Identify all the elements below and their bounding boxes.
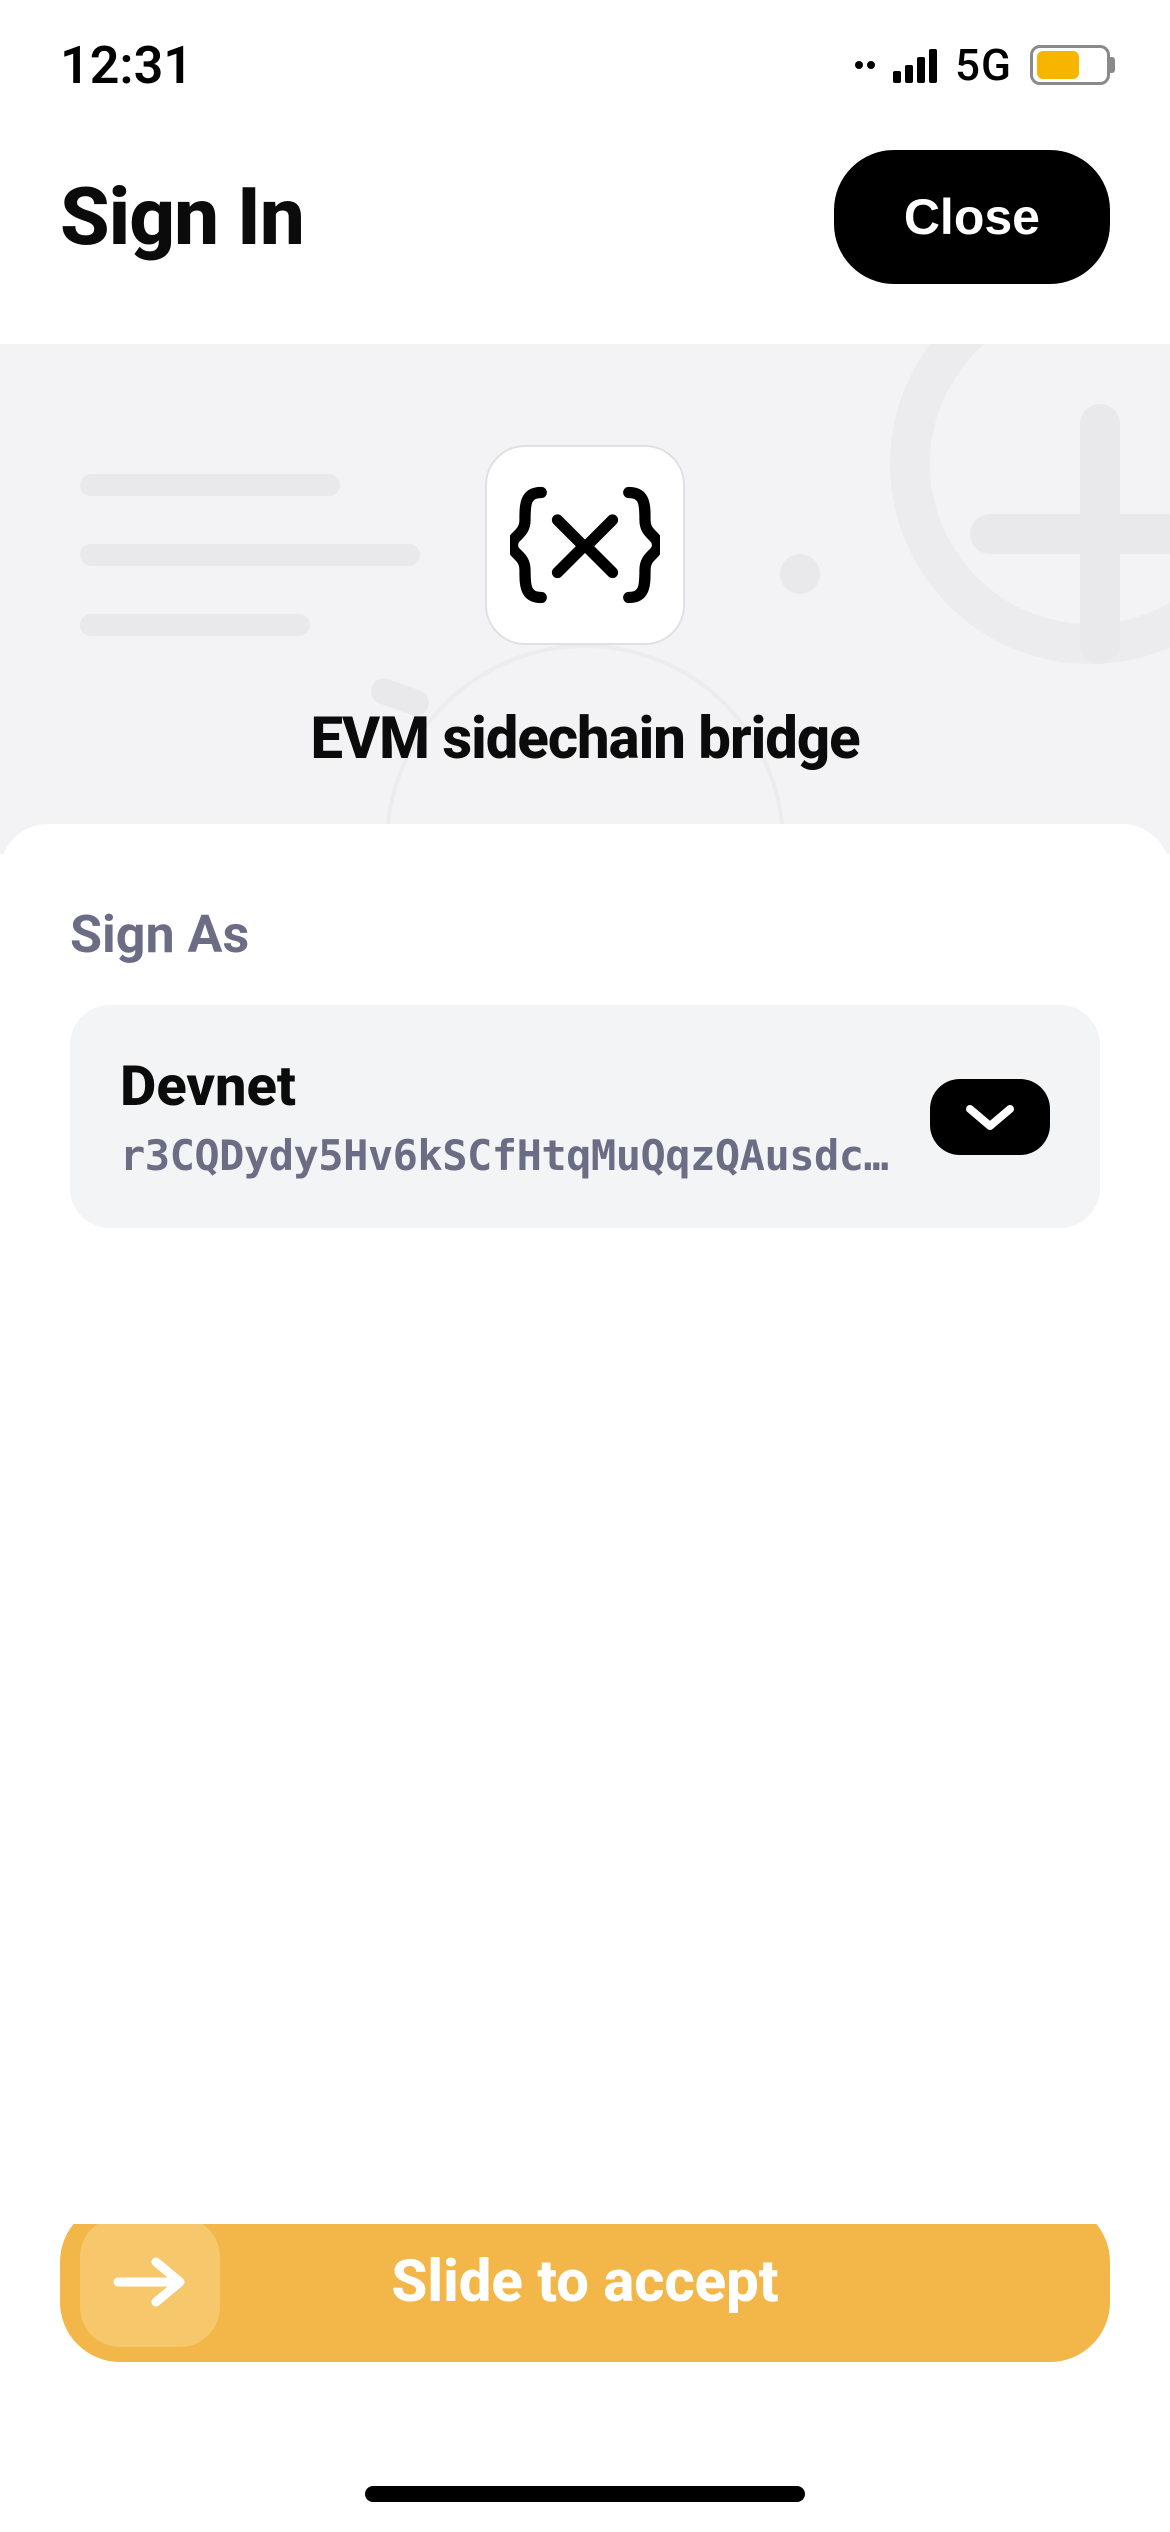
sign-card: Sign As Devnet r3CQDydy5Hv6kSCfHtqMuQqzQ… [0,824,1170,2224]
xrpl-braces-icon [510,480,660,610]
slide-thumb[interactable] [80,2217,220,2347]
decorative-shape [80,474,340,496]
network-label: 5G [955,39,1012,91]
app-icon [485,445,685,645]
arrow-right-icon [110,2252,190,2312]
sign-as-label: Sign As [70,904,1100,965]
decorative-shape [80,614,310,636]
page-title: Sign In [60,170,304,264]
account-id: r3CQDydy5Hv6kSCfHtqMuQqzQAusdcHYXd [120,1131,900,1180]
decorative-shape [780,554,820,594]
signal-bars-icon [893,47,937,83]
slide-to-accept[interactable]: Slide to accept [60,2202,1110,2362]
signal-dots-icon [855,61,875,69]
slide-to-accept-area: Slide to accept [60,2202,1110,2362]
status-time: 12:31 [60,35,193,96]
app-title: EVM sidechain bridge [310,705,859,773]
account-selector[interactable]: Devnet r3CQDydy5Hv6kSCfHtqMuQqzQAusdcHYX… [70,1005,1100,1228]
hero: EVM sidechain bridge [0,344,1170,854]
close-button[interactable]: Close [834,150,1110,284]
status-bar: 12:31 5G [0,0,1170,130]
account-name: Devnet [120,1053,900,1119]
account-text: Devnet r3CQDydy5Hv6kSCfHtqMuQqzQAusdcHYX… [120,1053,900,1180]
chevron-down-icon [964,1101,1016,1133]
battery-icon [1030,45,1110,85]
expand-account-button[interactable] [930,1079,1050,1155]
header: Sign In Close [0,130,1170,344]
decorative-shape [80,544,420,566]
home-indicator[interactable] [365,2486,805,2502]
status-right: 5G [855,39,1110,91]
